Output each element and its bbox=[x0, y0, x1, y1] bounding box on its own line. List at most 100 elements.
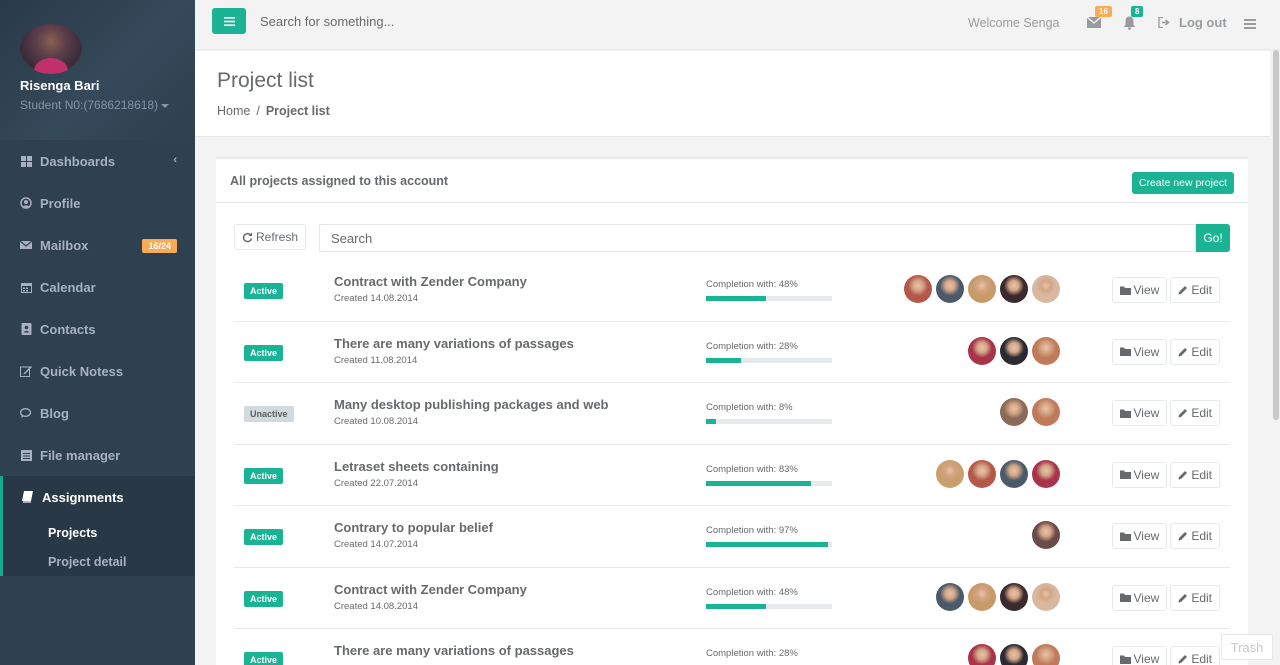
project-title[interactable]: Contract with Zender Company bbox=[334, 274, 527, 289]
project-title[interactable]: Contrary to popular belief bbox=[334, 520, 493, 535]
view-button[interactable]: View bbox=[1111, 400, 1168, 426]
top-search-input[interactable] bbox=[260, 14, 560, 29]
member-avatar[interactable] bbox=[936, 275, 964, 303]
sidebar-item-label: Profile bbox=[40, 195, 81, 211]
row-actions: View Edit bbox=[1111, 338, 1220, 365]
right-sidebar-toggle[interactable] bbox=[1244, 17, 1256, 32]
project-search-input[interactable] bbox=[319, 224, 1196, 252]
th-large-icon bbox=[20, 155, 32, 167]
member-avatar[interactable] bbox=[968, 459, 996, 488]
edit-icon bbox=[20, 365, 32, 377]
sidebar-item-assignments: Assignments Projects Project detail bbox=[0, 476, 195, 576]
project-title[interactable]: There are many variations of passages bbox=[334, 643, 574, 658]
member-avatar[interactable] bbox=[1032, 521, 1060, 549]
sign-out-icon bbox=[1158, 17, 1170, 28]
edit-button[interactable]: Edit bbox=[1170, 461, 1220, 488]
completion-label: Completion with: 28% bbox=[706, 340, 798, 352]
project-members bbox=[904, 275, 1060, 303]
progress-bar bbox=[706, 357, 832, 363]
sidebar-item-label: Contacts bbox=[40, 321, 96, 337]
project-table: Active Contract with Zender Company Crea… bbox=[234, 260, 1230, 665]
sidebar-subitem-projects[interactable]: Projects bbox=[3, 518, 195, 547]
sidebar-item-blog[interactable]: Blog bbox=[0, 392, 195, 434]
member-avatar[interactable] bbox=[1032, 398, 1060, 426]
member-avatar[interactable] bbox=[968, 336, 996, 365]
bell-icon bbox=[1123, 16, 1136, 30]
profile-subtitle[interactable]: Student N0:(7686218618) bbox=[20, 98, 195, 112]
sidebar-subitem-project-detail[interactable]: Project detail bbox=[3, 547, 195, 576]
sidebar-item-assignments-head[interactable]: Assignments bbox=[3, 476, 195, 518]
edit-button[interactable]: Edit bbox=[1170, 646, 1220, 665]
edit-button[interactable]: Edit bbox=[1170, 523, 1220, 549]
edit-button[interactable]: Edit bbox=[1170, 584, 1220, 611]
member-avatar[interactable] bbox=[1000, 644, 1028, 665]
messages-button[interactable]: 16 bbox=[1087, 6, 1112, 30]
view-button[interactable]: View bbox=[1111, 523, 1168, 549]
page-scrollbar[interactable] bbox=[1272, 50, 1280, 665]
member-avatar[interactable] bbox=[1000, 336, 1028, 365]
view-button[interactable]: View bbox=[1111, 461, 1168, 488]
edit-button[interactable]: Edit bbox=[1170, 277, 1220, 303]
member-avatar[interactable] bbox=[936, 582, 964, 611]
breadcrumb-home[interactable]: Home bbox=[217, 104, 250, 118]
envelope-icon bbox=[20, 239, 32, 251]
member-avatar[interactable] bbox=[1032, 459, 1060, 488]
pencil-icon bbox=[1178, 532, 1188, 541]
member-avatar[interactable] bbox=[968, 582, 996, 611]
sidebar-item-dashboards[interactable]: Dashboards ‹ bbox=[0, 140, 195, 182]
welcome-message: Welcome Senga bbox=[968, 16, 1060, 30]
member-avatar[interactable] bbox=[936, 459, 964, 488]
profile-name[interactable]: Risenga Bari bbox=[20, 78, 195, 93]
sidebar-item-quick-notes[interactable]: Quick Notess bbox=[0, 350, 195, 392]
view-button[interactable]: View bbox=[1111, 338, 1168, 365]
view-button[interactable]: View bbox=[1111, 646, 1168, 665]
member-avatar[interactable] bbox=[904, 275, 932, 303]
row-actions: View Edit bbox=[1111, 277, 1220, 303]
member-avatar[interactable] bbox=[1000, 582, 1028, 611]
view-button[interactable]: View bbox=[1111, 277, 1168, 303]
member-avatar[interactable] bbox=[1000, 275, 1028, 303]
sidebar-item-contacts[interactable]: Contacts bbox=[0, 308, 195, 350]
project-title[interactable]: Many desktop publishing packages and web bbox=[334, 397, 609, 412]
create-project-button[interactable]: Create new project bbox=[1131, 172, 1234, 194]
member-avatar[interactable] bbox=[1032, 582, 1060, 611]
top-navbar: Welcome Senga 16 8 Log out bbox=[195, 0, 1280, 50]
pencil-icon bbox=[1178, 286, 1188, 295]
chevron-left-icon: ‹ bbox=[173, 154, 177, 166]
search-go-button[interactable]: Go! bbox=[1196, 224, 1230, 252]
refresh-button[interactable]: Refresh bbox=[234, 224, 307, 250]
logout-link[interactable]: Log out bbox=[1158, 15, 1227, 30]
table-row: Active Contract with Zender Company Crea… bbox=[234, 568, 1230, 629]
progress-bar-fill bbox=[706, 296, 767, 301]
view-label: View bbox=[1133, 529, 1160, 543]
avatar[interactable] bbox=[20, 24, 82, 74]
sidebar-item-calendar[interactable]: Calendar bbox=[0, 266, 195, 308]
member-avatar[interactable] bbox=[1000, 459, 1028, 488]
trash-button[interactable]: Trash bbox=[1221, 634, 1273, 660]
project-title[interactable]: There are many variations of passages bbox=[334, 336, 574, 351]
edit-button[interactable]: Edit bbox=[1170, 338, 1220, 365]
profile-subtitle-text: Student N0:(7686218618) bbox=[20, 98, 159, 112]
member-avatar[interactable] bbox=[1032, 275, 1060, 303]
table-row: Active Contract with Zender Company Crea… bbox=[234, 260, 1230, 322]
member-avatar[interactable] bbox=[1032, 336, 1060, 365]
progress-bar-fill bbox=[706, 480, 811, 486]
notifications-button[interactable]: 8 bbox=[1123, 6, 1144, 30]
project-title[interactable]: Contract with Zender Company bbox=[334, 582, 527, 597]
edit-label: Edit bbox=[1191, 652, 1212, 665]
project-title[interactable]: Letraset sheets containing bbox=[334, 459, 499, 474]
edit-button[interactable]: Edit bbox=[1170, 400, 1220, 426]
scrollbar-thumb[interactable] bbox=[1273, 50, 1279, 420]
project-members bbox=[968, 644, 1060, 665]
view-button[interactable]: View bbox=[1111, 584, 1168, 611]
sidebar-item-file-manager[interactable]: File manager bbox=[0, 434, 195, 476]
menu-toggle-button[interactable] bbox=[212, 8, 246, 34]
member-avatar[interactable] bbox=[968, 644, 996, 665]
refresh-icon bbox=[242, 232, 253, 242]
member-avatar[interactable] bbox=[968, 275, 996, 303]
member-avatar[interactable] bbox=[1032, 644, 1060, 665]
member-avatar[interactable] bbox=[1000, 398, 1028, 426]
refresh-label: Refresh bbox=[256, 230, 299, 244]
sidebar-item-mailbox[interactable]: Mailbox 16/24 bbox=[0, 224, 195, 266]
sidebar-item-profile[interactable]: Profile bbox=[0, 182, 195, 224]
